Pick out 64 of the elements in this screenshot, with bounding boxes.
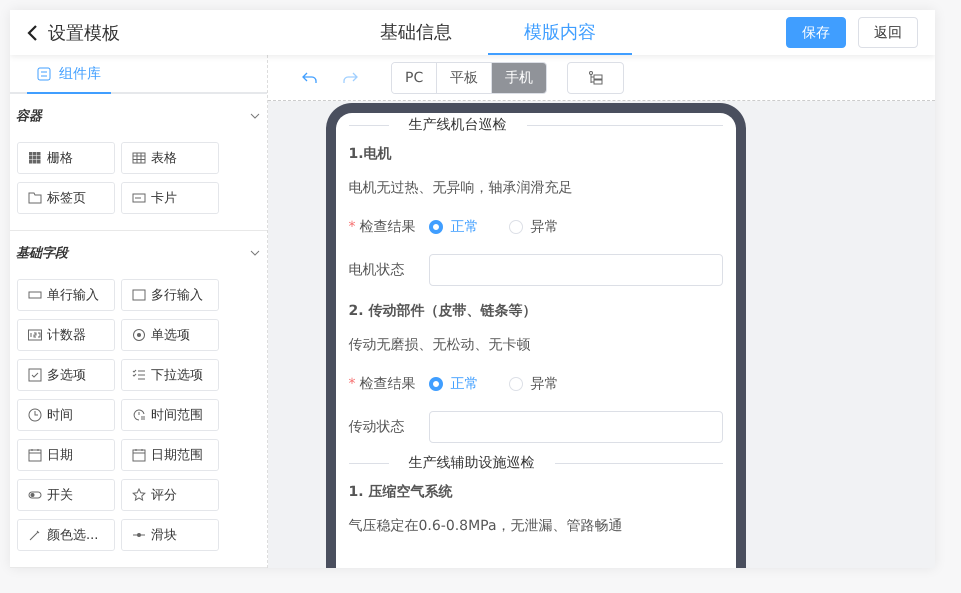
component-library-icon bbox=[37, 66, 51, 80]
field-label: 传动状态 bbox=[348, 418, 406, 436]
component-item[interactable]: 评分 bbox=[121, 479, 219, 511]
clockrange-icon bbox=[132, 408, 146, 422]
item-heading: 1.电机 bbox=[348, 145, 393, 164]
calendar-icon bbox=[132, 448, 146, 462]
picker-icon bbox=[28, 528, 42, 542]
component-item[interactable]: 下拉选项 bbox=[121, 359, 219, 391]
component-item[interactable]: 卡片 bbox=[121, 182, 219, 214]
component-item[interactable]: 多行输入 bbox=[121, 279, 219, 311]
back-button[interactable] bbox=[26, 24, 38, 42]
clock-icon bbox=[28, 408, 42, 422]
component-item[interactable]: 单行输入 bbox=[17, 279, 115, 311]
group-title: 基础字段 bbox=[16, 244, 68, 262]
field-label: 检查结果 bbox=[360, 375, 416, 393]
component-item[interactable]: 标签页 bbox=[17, 182, 115, 214]
input-field[interactable] bbox=[428, 411, 722, 443]
component-item[interactable]: 单选项 bbox=[121, 319, 219, 351]
group-title: 容器 bbox=[16, 108, 42, 125]
component-item[interactable]: 开关 bbox=[17, 479, 115, 511]
component-item[interactable]: 滑块 bbox=[121, 519, 219, 551]
list-icon bbox=[132, 368, 146, 382]
group-header[interactable]: 容器 bbox=[10, 94, 267, 138]
component-item[interactable]: 栅格 bbox=[17, 142, 115, 174]
field-label: 电机状态 bbox=[348, 261, 406, 279]
card-icon bbox=[132, 191, 146, 205]
group-header[interactable]: 基础字段 bbox=[10, 231, 267, 275]
radio-option[interactable]: 异常 bbox=[508, 375, 558, 393]
redo-icon bbox=[342, 70, 358, 84]
input-field[interactable] bbox=[428, 254, 722, 286]
component-item[interactable]: 日期范围 bbox=[121, 439, 219, 471]
page-title: 设置模板 bbox=[48, 22, 120, 44]
component-item[interactable]: 多选项 bbox=[17, 359, 115, 391]
component-item[interactable]: 计数器 bbox=[17, 319, 115, 351]
required-mark: * bbox=[348, 219, 356, 235]
radio-option[interactable]: 异常 bbox=[508, 218, 558, 236]
textarea-icon bbox=[132, 288, 146, 302]
return-button[interactable]: 返回 bbox=[858, 17, 918, 48]
component-item[interactable]: 表格 bbox=[121, 142, 219, 174]
component-item[interactable]: 日期 bbox=[17, 439, 115, 471]
item-description: 气压稳定在0.6-0.8MPa，无泄漏、管路畅通 bbox=[348, 517, 624, 536]
item-heading: 1. 压缩空气系统 bbox=[348, 482, 454, 502]
section-divider-title: 生产线辅助设施巡检 bbox=[408, 454, 536, 472]
checkbox-icon bbox=[28, 368, 42, 382]
component-item[interactable]: 时间 bbox=[17, 399, 115, 431]
item-heading: 2. 传动部件（皮带、链条等） bbox=[348, 302, 538, 321]
tree-button[interactable] bbox=[567, 62, 624, 94]
folder-icon bbox=[28, 191, 42, 205]
number-icon bbox=[28, 328, 42, 342]
field-label: 检查结果 bbox=[360, 218, 416, 236]
component-item[interactable]: 时间范围 bbox=[121, 399, 219, 431]
tree-icon bbox=[588, 70, 604, 84]
grid-icon bbox=[28, 151, 42, 165]
tab[interactable]: 基础信息 bbox=[344, 10, 488, 55]
section-divider-title: 生产线机台巡检 bbox=[408, 116, 508, 134]
table-icon bbox=[132, 151, 146, 165]
component-item[interactable]: 颜色选... bbox=[17, 519, 115, 551]
star-icon bbox=[132, 488, 146, 502]
undo-icon bbox=[302, 70, 318, 84]
item-description: 电机无过热、无异响，轴承润滑充足 bbox=[348, 179, 574, 198]
calendar-icon bbox=[28, 448, 42, 462]
item-description: 传动无磨损、无松动、无卡顿 bbox=[348, 336, 532, 355]
radio-icon bbox=[132, 328, 146, 342]
required-mark: * bbox=[348, 376, 356, 392]
